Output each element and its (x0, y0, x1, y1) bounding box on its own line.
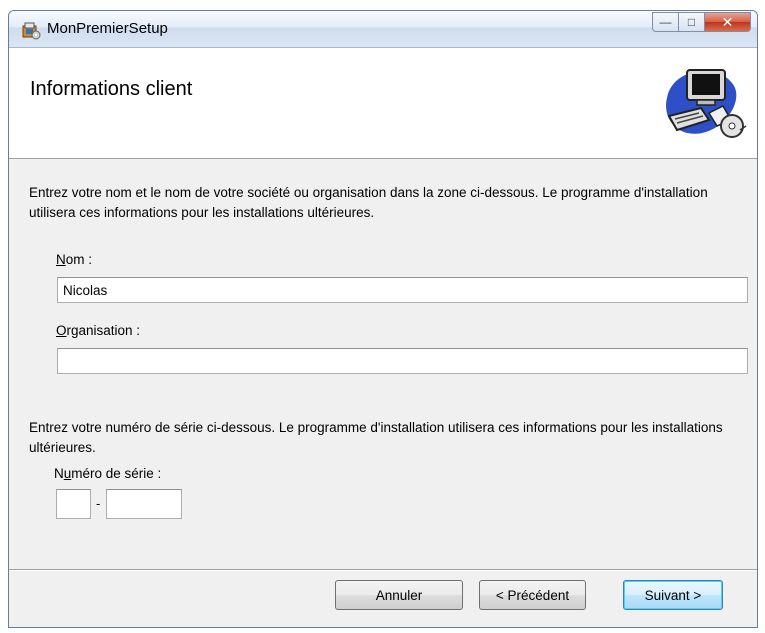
title-bar[interactable]: MonPremierSetup — □ ✕ (9, 11, 757, 48)
organization-label-accesskey: O (56, 323, 67, 338)
installer-icon (22, 22, 41, 40)
intro-text: Entrez votre nom et le nom de votre soci… (29, 185, 708, 220)
organization-label: Organisation : (56, 323, 140, 338)
organization-field[interactable] (57, 348, 748, 374)
previous-button[interactable]: < Précédent (479, 580, 586, 610)
close-button[interactable]: ✕ (705, 12, 751, 32)
next-button[interactable]: Suivant > (623, 580, 723, 610)
serial-instructions-text: Entrez votre numéro de série ci-dessous.… (29, 420, 723, 455)
installer-window: MonPremierSetup — □ ✕ Informations clien… (8, 10, 758, 628)
dialog-header: Informations client (9, 48, 757, 159)
minimize-button[interactable]: — (652, 12, 679, 32)
maximize-icon: □ (687, 15, 696, 29)
computer-setup-icon (666, 69, 747, 138)
caption-buttons: — □ ✕ (652, 12, 751, 34)
window-title: MonPremierSetup (47, 20, 168, 37)
name-label: Nom : (56, 252, 92, 267)
page-title: Informations client (30, 78, 193, 100)
name-field[interactable] (57, 277, 748, 303)
serial-label-start: N (54, 466, 64, 481)
cancel-button[interactable]: Annuler (335, 580, 463, 610)
maximize-button[interactable]: □ (679, 12, 705, 32)
name-label-text: om : (65, 252, 93, 267)
footer-divider-highlight (9, 570, 757, 571)
organization-label-text: rganisation : (66, 323, 141, 338)
serial-label-end: méro de série : (71, 466, 162, 481)
close-icon: ✕ (721, 13, 734, 30)
serial-part1-field[interactable] (56, 489, 91, 519)
serial-separator: - (96, 496, 101, 511)
serial-number-label: Numéro de série : (54, 466, 161, 481)
serial-part2-field[interactable] (106, 489, 182, 519)
name-label-accesskey: N (56, 252, 66, 267)
minimize-icon: — (659, 15, 672, 29)
